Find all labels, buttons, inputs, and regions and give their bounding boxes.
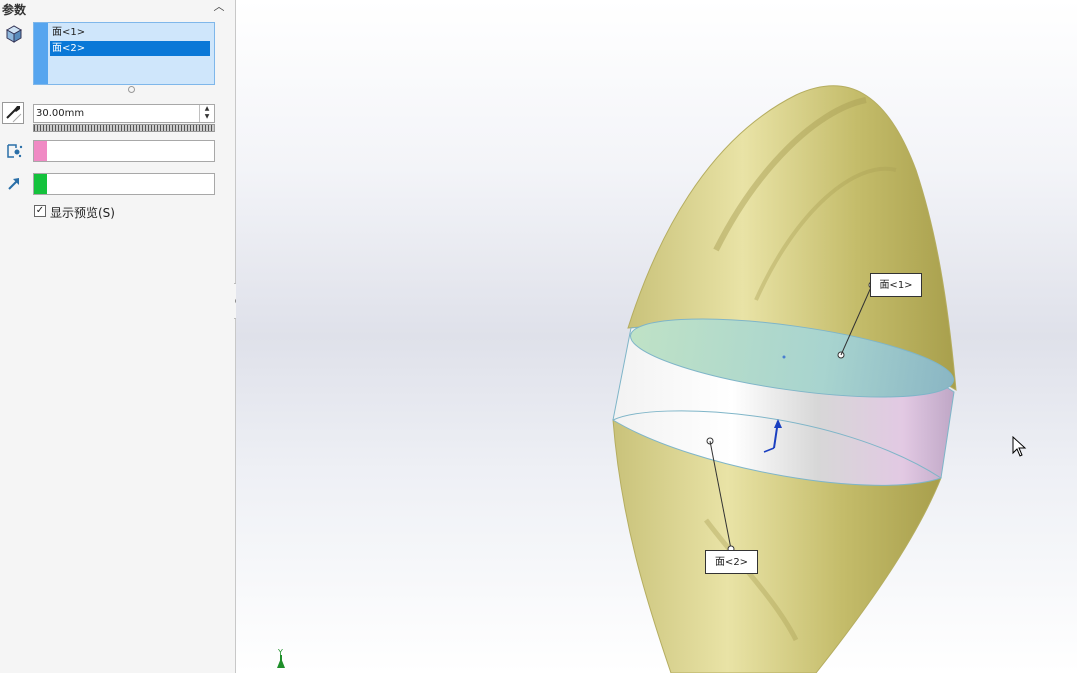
thumbwheel-slider[interactable] (33, 124, 215, 132)
spin-down-icon[interactable]: ▼ (200, 113, 214, 121)
preview-label[interactable]: 显示预览(S) (50, 204, 115, 221)
color-pick-icon (4, 141, 26, 163)
chevron-up-icon[interactable]: ︿ (212, 0, 226, 14)
list-item-face-2[interactable]: 面<2> (50, 41, 210, 56)
spin-up-icon[interactable]: ▲ (200, 105, 214, 113)
distance-value[interactable]: 30.00mm (36, 108, 84, 119)
spin-arrows[interactable]: ▲ ▼ (199, 105, 214, 122)
triad-y-label: Y (278, 648, 283, 657)
color-swatch-green (34, 174, 47, 194)
color-field-2[interactable] (33, 173, 215, 195)
arrow-icon (4, 174, 26, 196)
resize-grip[interactable] (128, 86, 135, 93)
cube-face-icon (4, 24, 26, 46)
section-title: 参数 (2, 3, 27, 17)
faces-listbox[interactable]: 面<1> 面<2> (33, 22, 215, 85)
list-item-face-1[interactable]: 面<1> (50, 25, 210, 40)
preview-checkbox[interactable]: ✓ (34, 205, 46, 217)
callout-face-2[interactable]: 面<2> (705, 550, 758, 574)
distance-spinbox[interactable]: 30.00mm ▲ ▼ (33, 104, 215, 123)
color-field-1[interactable] (33, 140, 215, 162)
mouse-cursor-icon (1012, 436, 1027, 457)
graphics-viewport[interactable]: 面<1> 面<2> Y (236, 0, 1077, 673)
callout-face-1[interactable]: 面<1> (870, 273, 922, 297)
model-view[interactable] (236, 0, 1077, 673)
property-manager-panel: 参数 ︿ 面<1> 面<2> 30.00mm ▲ ▼ ✓ 显示预览(S) (0, 0, 236, 673)
direction-arrow-icon[interactable] (2, 102, 24, 124)
color-swatch-pink (34, 141, 47, 161)
listbox-stripe (34, 23, 48, 84)
